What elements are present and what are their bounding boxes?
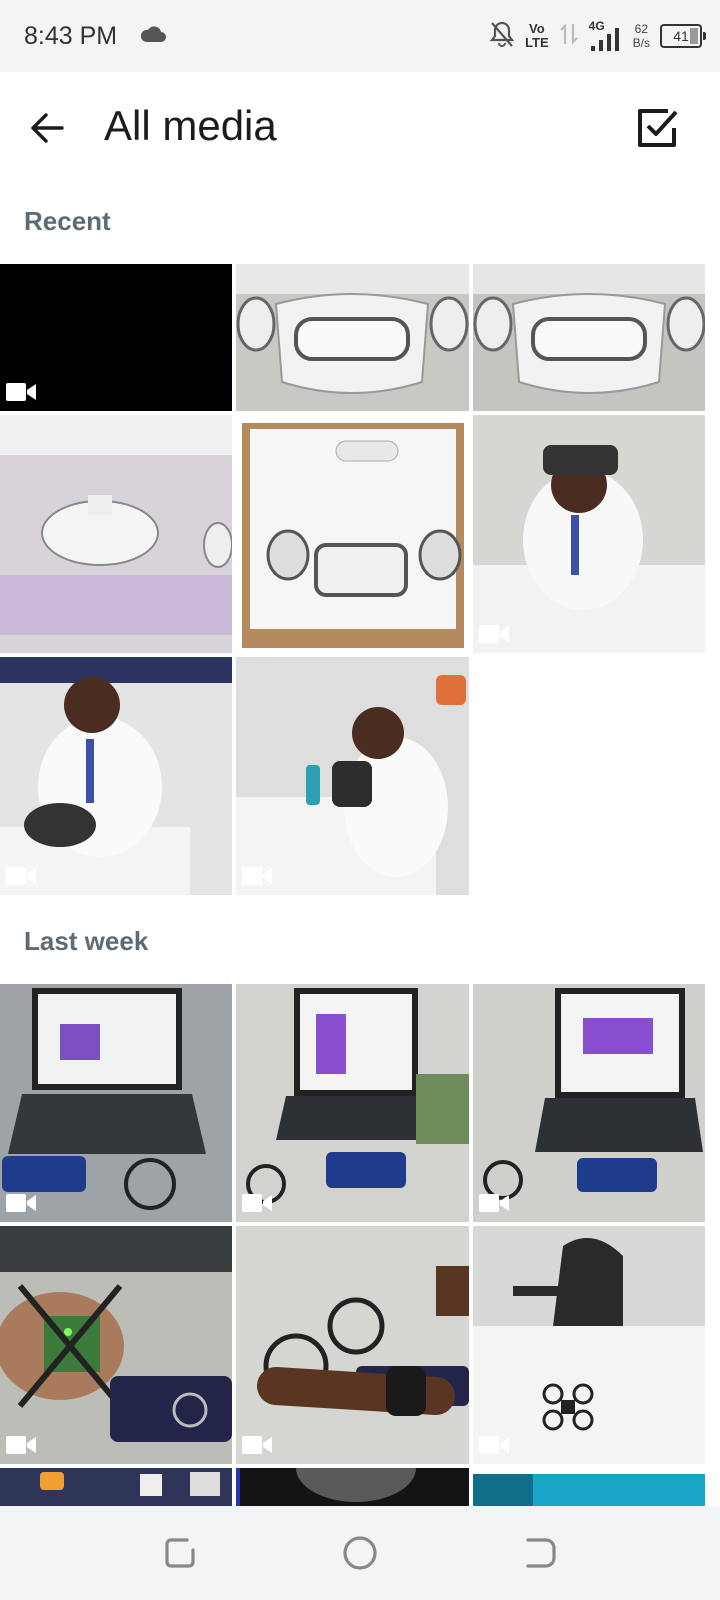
volte-indicator: Vo LTE (525, 22, 549, 50)
video-icon (479, 625, 509, 643)
page-title: All media (104, 102, 277, 149)
media-tile[interactable] (0, 264, 232, 411)
media-tile[interactable] (0, 1226, 232, 1464)
volte-bottom-label: LTE (525, 35, 549, 50)
video-icon (242, 1194, 272, 1212)
media-tile[interactable] (236, 657, 469, 895)
media-tile[interactable] (473, 984, 705, 1222)
arrow-left-icon[interactable] (28, 108, 68, 148)
battery-icon: 41 (660, 24, 706, 48)
checkbox-icon[interactable] (636, 106, 680, 150)
media-tile[interactable] (0, 657, 232, 895)
status-time: 8:43 PM (24, 22, 118, 50)
video-icon (242, 867, 272, 885)
battery-level: 41 (673, 28, 689, 44)
media-tile[interactable] (473, 264, 705, 411)
bell-muted-icon (489, 20, 515, 53)
media-tile[interactable] (473, 415, 705, 653)
section-title-recent: Recent (24, 206, 111, 236)
video-icon (6, 383, 36, 401)
video-icon (6, 867, 36, 885)
speed-value: 62 (634, 22, 648, 36)
media-tile[interactable] (0, 1468, 232, 1506)
video-icon (479, 1194, 509, 1212)
media-tile[interactable] (236, 1468, 469, 1506)
media-tile[interactable] (236, 415, 469, 653)
signal-icon: 4G (589, 19, 623, 53)
data-arrows-icon (559, 20, 579, 53)
navigation-bar (0, 1506, 720, 1600)
video-icon (6, 1194, 36, 1212)
video-icon (242, 1436, 272, 1454)
video-icon (6, 1436, 36, 1454)
back-icon[interactable] (518, 1530, 564, 1576)
network-speed: 62 B/s (633, 22, 650, 50)
recents-icon[interactable] (157, 1530, 203, 1576)
cloud-icon (138, 24, 168, 51)
media-tile[interactable] (0, 984, 232, 1222)
app-bar: All media (0, 72, 720, 184)
video-icon (479, 1436, 509, 1454)
speed-unit: B/s (632, 36, 650, 50)
media-tile[interactable] (473, 1468, 705, 1506)
media-tile[interactable] (236, 1226, 469, 1464)
status-bar: 8:43 PM Vo LTE 4G 62 B/s 41 (0, 0, 720, 72)
media-tile[interactable] (473, 1226, 705, 1464)
volte-top-label: Vo (529, 21, 545, 36)
media-tile[interactable] (236, 264, 469, 411)
home-icon[interactable] (337, 1530, 383, 1576)
section-title-last-week: Last week (24, 926, 149, 956)
media-tile[interactable] (0, 415, 232, 653)
media-tile[interactable] (236, 984, 469, 1222)
